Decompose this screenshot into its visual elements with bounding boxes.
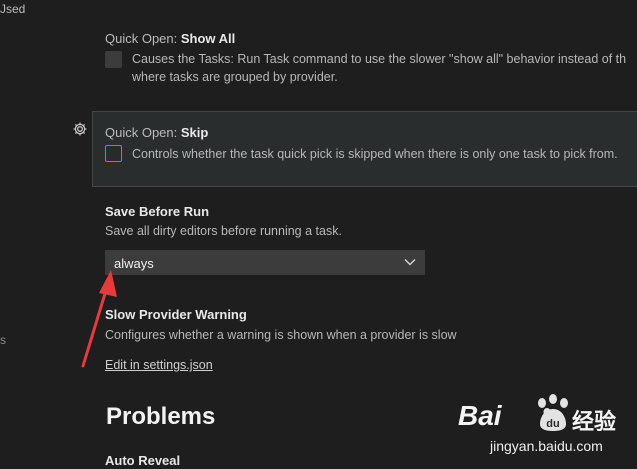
skip-checkbox[interactable] xyxy=(105,145,122,162)
setting-category: Quick Open: xyxy=(105,31,181,46)
save-before-run-select[interactable]: always xyxy=(105,250,425,275)
setting-title-skip: Quick Open: Skip xyxy=(105,125,208,140)
setting-description-show-all: Causes the Tasks: Run Task command to us… xyxy=(132,50,626,86)
watermark-brand-left: Bai xyxy=(458,400,502,431)
setting-description-skip: Controls whether the task quick pick is … xyxy=(132,147,618,161)
setting-category: Quick Open: xyxy=(105,125,181,140)
watermark-url: jingyan.baidu.com xyxy=(490,438,603,454)
description-line: Causes the Tasks: Run Task command to us… xyxy=(132,52,627,66)
annotation-arrow xyxy=(81,270,117,368)
watermark-brand-right: 经验 xyxy=(572,410,617,435)
setting-name: Save Before Run xyxy=(105,204,210,219)
gear-icon[interactable] xyxy=(72,121,88,137)
section-heading-problems: Problems xyxy=(106,403,216,430)
chevron-down-icon xyxy=(404,258,416,266)
setting-title-save-before-run: Save Before Run xyxy=(105,204,209,219)
setting-description-save-before-run: Save all dirty editors before running a … xyxy=(105,224,342,238)
setting-name: Skip xyxy=(180,125,209,140)
show-all-checkbox[interactable] xyxy=(105,51,122,68)
setting-name: Show All xyxy=(180,31,236,46)
description-line: where tasks are grouped by provider. xyxy=(132,70,338,84)
setting-title-show-all: Quick Open: Show All xyxy=(105,31,235,46)
sidebar-item-partial[interactable]: Jsed xyxy=(0,2,25,16)
watermark: du Bai 经验 jingyan.baidu.com xyxy=(456,388,634,464)
svg-text:du: du xyxy=(546,418,559,430)
setting-description-slow-provider: Configures whether a warning is shown wh… xyxy=(105,328,457,342)
sidebar-item-partial-2[interactable]: s xyxy=(0,333,6,347)
